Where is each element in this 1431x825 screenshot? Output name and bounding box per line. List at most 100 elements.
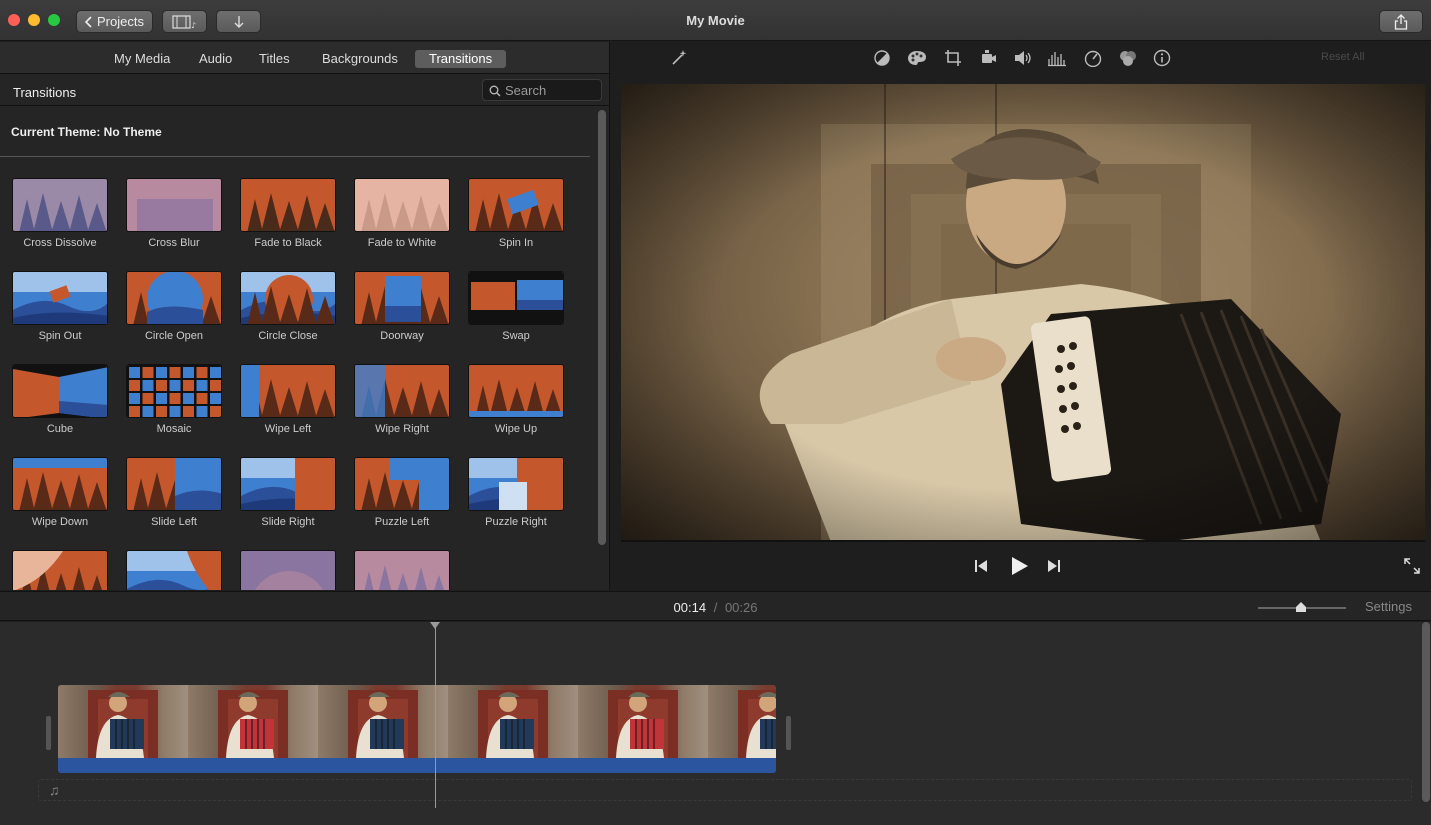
video-preview[interactable] bbox=[621, 84, 1425, 542]
clip-filter-icon[interactable] bbox=[1118, 49, 1138, 67]
transition-label: Fade to Black bbox=[254, 237, 322, 249]
clip-trim-handle-right[interactable] bbox=[786, 716, 791, 750]
transition-label: Circle Open bbox=[144, 330, 204, 342]
cross-blur-thumbnail bbox=[126, 178, 222, 232]
transition-tile-fade-to-black[interactable]: Fade to Black bbox=[228, 178, 342, 258]
transition-tile-puzzle-left[interactable]: Puzzle Left bbox=[342, 457, 456, 537]
wipe-down-thumbnail bbox=[12, 457, 108, 511]
transition-label: Wipe Left bbox=[264, 423, 312, 435]
tab-transitions[interactable]: Transitions bbox=[415, 50, 507, 68]
stabilization-icon[interactable] bbox=[978, 49, 998, 67]
page-curl-left-thumbnail bbox=[12, 550, 108, 590]
transition-tile-mosaic[interactable]: Mosaic bbox=[114, 364, 228, 444]
transition-label: Slide Right bbox=[261, 516, 315, 528]
timeline-scrollbar[interactable] bbox=[1422, 622, 1430, 802]
fade-to-black-thumbnail bbox=[240, 178, 336, 232]
search-input[interactable] bbox=[505, 81, 599, 99]
zoom-slider-knob[interactable] bbox=[1295, 601, 1307, 613]
transition-tile-wipe-down[interactable]: Wipe Down bbox=[0, 457, 114, 537]
skip-back-icon[interactable] bbox=[973, 558, 989, 574]
transition-tile-doorway[interactable]: Doorway bbox=[342, 271, 456, 351]
skip-forward-icon[interactable] bbox=[1046, 558, 1062, 574]
share-button[interactable] bbox=[1379, 10, 1423, 33]
transition-label: Spin Out bbox=[38, 330, 82, 342]
transition-label: Wipe Up bbox=[494, 423, 538, 435]
transition-label: Cube bbox=[46, 423, 74, 435]
transition-tile-spin-in[interactable]: Spin In bbox=[456, 178, 570, 258]
clip-frame bbox=[318, 685, 448, 758]
page-curl-right-thumbnail bbox=[126, 550, 222, 590]
transition-tile-cross-blur[interactable]: Cross Blur bbox=[114, 178, 228, 258]
tab-audio[interactable]: Audio bbox=[185, 50, 246, 68]
volume-icon[interactable] bbox=[1013, 49, 1033, 67]
transition-tile-dissolve-soft[interactable] bbox=[342, 550, 456, 590]
tab-titles[interactable]: Titles bbox=[245, 50, 304, 68]
puzzle-right-thumbnail bbox=[468, 457, 564, 511]
reset-all-button[interactable]: Reset All bbox=[1321, 51, 1364, 63]
transition-tile-page-curl-left[interactable] bbox=[0, 550, 114, 590]
title-bar: Projects ♪ My Movie bbox=[0, 0, 1431, 41]
play-icon[interactable] bbox=[1008, 555, 1030, 577]
info-icon[interactable] bbox=[1152, 49, 1172, 67]
transition-label: Cross Blur bbox=[148, 237, 200, 249]
transition-tile-slide-right[interactable]: Slide Right bbox=[228, 457, 342, 537]
transition-label: Fade to White bbox=[367, 237, 437, 249]
tab-backgrounds[interactable]: Backgrounds bbox=[308, 50, 412, 68]
transition-label: Wipe Down bbox=[31, 516, 89, 528]
transition-tile-circle-open[interactable]: Circle Open bbox=[114, 271, 228, 351]
clip-frame bbox=[448, 685, 578, 758]
mosaic-thumbnail bbox=[126, 364, 222, 418]
transition-label: Doorway bbox=[380, 330, 424, 342]
content-browser: My Media Audio Titles Backgrounds Transi… bbox=[0, 42, 610, 590]
viewer-panel: Reset All bbox=[611, 42, 1431, 590]
color-balance-icon[interactable] bbox=[872, 49, 892, 67]
circle-close-thumbnail bbox=[240, 271, 336, 325]
clip-frame bbox=[708, 685, 776, 758]
puzzle-left-thumbnail bbox=[354, 457, 450, 511]
circle-open-thumbnail bbox=[126, 271, 222, 325]
fade-to-white-thumbnail bbox=[354, 178, 450, 232]
slide-right-thumbnail bbox=[240, 457, 336, 511]
search-icon bbox=[489, 85, 501, 97]
transition-tile-fade-to-white[interactable]: Fade to White bbox=[342, 178, 456, 258]
magic-wand-icon[interactable] bbox=[669, 49, 689, 67]
speed-icon[interactable] bbox=[1083, 49, 1103, 67]
transition-tile-spin-out[interactable]: Spin Out bbox=[0, 271, 114, 351]
transition-tile-swap[interactable]: Swap bbox=[456, 271, 570, 351]
crop-icon[interactable] bbox=[943, 49, 963, 67]
transition-tile-wipe-up[interactable]: Wipe Up bbox=[456, 364, 570, 444]
clip-frame bbox=[58, 685, 188, 758]
transition-tile-puzzle-right[interactable]: Puzzle Right bbox=[456, 457, 570, 537]
window-title: My Movie bbox=[686, 13, 745, 28]
timeline-settings-button[interactable]: Settings bbox=[1365, 599, 1412, 614]
transition-label: Swap bbox=[502, 330, 530, 342]
clip-trim-handle-left[interactable] bbox=[46, 716, 51, 750]
browser-header: Transitions bbox=[0, 75, 609, 106]
background-music-lane[interactable]: ♫ bbox=[38, 779, 1412, 801]
noise-reduction-icon[interactable] bbox=[1047, 49, 1067, 67]
color-correction-icon[interactable] bbox=[907, 49, 927, 67]
browser-scrollbar[interactable] bbox=[598, 110, 606, 545]
playhead[interactable] bbox=[435, 622, 436, 808]
transition-tile-cross-dissolve[interactable]: Cross Dissolve bbox=[0, 178, 114, 258]
transition-label: Spin In bbox=[498, 237, 534, 249]
transition-label: Puzzle Right bbox=[485, 516, 547, 528]
transition-tile-ripple[interactable] bbox=[228, 550, 342, 590]
doorway-thumbnail bbox=[354, 271, 450, 325]
transition-tile-wipe-right[interactable]: Wipe Right bbox=[342, 364, 456, 444]
transition-label: Mosaic bbox=[156, 423, 192, 435]
adjustments-toolbar: Reset All bbox=[611, 42, 1431, 74]
clip-frame bbox=[578, 685, 708, 758]
search-box[interactable] bbox=[482, 79, 602, 101]
transition-tile-page-curl-right[interactable] bbox=[114, 550, 228, 590]
transition-tile-wipe-left[interactable]: Wipe Left bbox=[228, 364, 342, 444]
timeline[interactable]: ♫ bbox=[0, 622, 1431, 825]
transition-tile-circle-close[interactable]: Circle Close bbox=[228, 271, 342, 351]
transition-tile-cube[interactable]: Cube bbox=[0, 364, 114, 444]
fullscreen-icon[interactable] bbox=[1403, 557, 1421, 575]
spin-out-thumbnail bbox=[12, 271, 108, 325]
tab-my-media[interactable]: My Media bbox=[100, 50, 184, 68]
video-clip[interactable] bbox=[58, 685, 776, 773]
slide-left-thumbnail bbox=[126, 457, 222, 511]
transition-tile-slide-left[interactable]: Slide Left bbox=[114, 457, 228, 537]
